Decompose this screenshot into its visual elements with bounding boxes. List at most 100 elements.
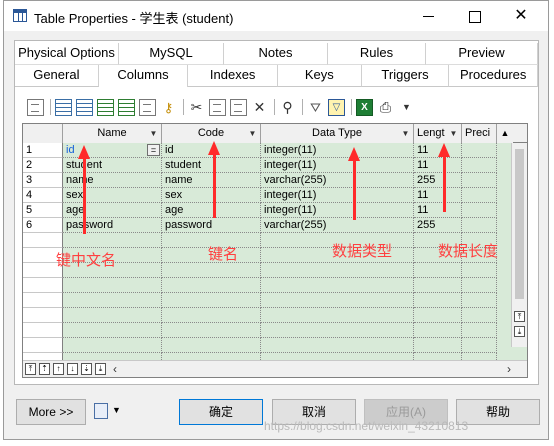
- cell-name[interactable]: password: [63, 218, 162, 233]
- find-icon[interactable]: ⚲: [279, 99, 296, 116]
- table-row[interactable]: 2studentstudentinteger(11)11: [23, 158, 527, 173]
- cell-length[interactable]: 255: [414, 173, 462, 188]
- cell-name[interactable]: sex: [63, 188, 162, 203]
- cell-code[interactable]: [162, 293, 261, 308]
- tab-preview[interactable]: Preview: [426, 43, 538, 65]
- paste-icon[interactable]: [230, 98, 247, 116]
- scroll-left-button[interactable]: ‹: [113, 362, 117, 376]
- properties-icon[interactable]: [27, 98, 44, 116]
- close-button[interactable]: ✕: [498, 1, 544, 31]
- cell-length[interactable]: [414, 263, 462, 278]
- more-button[interactable]: More >>: [16, 399, 86, 425]
- filter-active-icon[interactable]: ▽: [328, 98, 345, 116]
- chevron-down-icon[interactable]: ▼: [148, 128, 159, 139]
- row-number[interactable]: 3: [23, 173, 63, 188]
- cell-type[interactable]: [261, 323, 414, 338]
- copy-icon[interactable]: [209, 98, 226, 116]
- cell-precision[interactable]: [462, 293, 497, 308]
- cell-length[interactable]: [414, 308, 462, 323]
- cell-code[interactable]: age: [162, 203, 261, 218]
- table-row[interactable]: [23, 293, 527, 308]
- chevron-down-icon[interactable]: ▼: [448, 128, 459, 139]
- move-down-fast-button[interactable]: ⇣: [81, 363, 92, 375]
- move-bottom-button[interactable]: ⤓: [95, 363, 106, 375]
- scroll-up-button[interactable]: ▲: [497, 124, 513, 143]
- cell-precision[interactable]: [462, 278, 497, 293]
- row-number[interactable]: 4: [23, 188, 63, 203]
- cell-code[interactable]: [162, 308, 261, 323]
- cell-type[interactable]: integer(11): [261, 143, 414, 158]
- table-row[interactable]: [23, 338, 527, 353]
- cell-precision[interactable]: [462, 143, 497, 158]
- table-row[interactable]: [23, 323, 527, 338]
- add-column-icon[interactable]: [118, 98, 135, 116]
- cell-type[interactable]: integer(11): [261, 188, 414, 203]
- cell-code[interactable]: [162, 338, 261, 353]
- cell-name[interactable]: name: [63, 173, 162, 188]
- tab-columns[interactable]: Columns: [98, 65, 189, 87]
- delete-icon[interactable]: ✕: [251, 99, 268, 116]
- cell-name[interactable]: [63, 323, 162, 338]
- cell-length[interactable]: [414, 278, 462, 293]
- tab-mysql[interactable]: MySQL: [119, 43, 224, 65]
- cell-precision[interactable]: [462, 203, 497, 218]
- tab-keys[interactable]: Keys: [278, 65, 362, 87]
- cell-length[interactable]: 11: [414, 203, 462, 218]
- tab-rules[interactable]: Rules: [328, 43, 426, 65]
- help-button[interactable]: 帮助: [456, 399, 540, 425]
- cell-code[interactable]: [162, 323, 261, 338]
- page-icon[interactable]: [139, 98, 156, 116]
- tab-notes[interactable]: Notes: [224, 43, 328, 65]
- table-row[interactable]: 3 name name varchar(255) 255: [23, 173, 527, 188]
- header-name[interactable]: Name ▼: [63, 124, 162, 143]
- row-number[interactable]: 6: [23, 218, 63, 233]
- tab-procedures[interactable]: Procedures: [449, 65, 539, 87]
- row-number[interactable]: [23, 323, 63, 338]
- cell-type[interactable]: integer(11): [261, 158, 414, 173]
- insert-row-icon[interactable]: [55, 98, 72, 116]
- maximize-button[interactable]: [452, 1, 498, 31]
- row-number[interactable]: [23, 338, 63, 353]
- edit-cell-button[interactable]: =: [147, 144, 160, 156]
- table-row[interactable]: 4 sex sex integer(11) 11: [23, 188, 527, 203]
- row-number[interactable]: 2: [23, 158, 63, 173]
- cell-name[interactable]: [63, 233, 162, 248]
- add-row-icon[interactable]: [76, 98, 93, 116]
- cell-type[interactable]: [261, 338, 414, 353]
- row-number[interactable]: [23, 308, 63, 323]
- cell-name[interactable]: [63, 338, 162, 353]
- row-number[interactable]: 1: [23, 143, 63, 158]
- header-length[interactable]: Lengt ▼: [414, 124, 462, 143]
- filter-icon[interactable]: ⛛: [307, 99, 324, 116]
- cell-type[interactable]: [261, 263, 414, 278]
- cell-precision[interactable]: [462, 173, 497, 188]
- tab-general[interactable]: General: [15, 65, 99, 87]
- cell-precision[interactable]: [462, 338, 497, 353]
- cell-type[interactable]: integer(11): [261, 203, 414, 218]
- table-row[interactable]: 1 id id integer(11) 11 =: [23, 143, 527, 158]
- print-icon[interactable]: ⎙: [377, 99, 394, 116]
- cut-icon[interactable]: ✂: [188, 99, 205, 116]
- row-number[interactable]: [23, 233, 63, 248]
- cell-type[interactable]: [261, 278, 414, 293]
- cell-name[interactable]: [63, 293, 162, 308]
- cell-code[interactable]: name: [162, 173, 261, 188]
- table-row[interactable]: 6 password password varchar(255) 255: [23, 218, 527, 233]
- cell-type[interactable]: varchar(255): [261, 173, 414, 188]
- cell-name[interactable]: student: [63, 158, 162, 173]
- tab-triggers[interactable]: Triggers: [361, 65, 450, 87]
- cell-name[interactable]: [63, 308, 162, 323]
- chevron-down-icon[interactable]: ▼: [398, 99, 415, 116]
- cell-precision[interactable]: [462, 323, 497, 338]
- scrollbar-thumb[interactable]: [515, 149, 524, 299]
- move-top-button[interactable]: ⤒: [25, 363, 36, 375]
- cell-precision[interactable]: [462, 263, 497, 278]
- cell-code[interactable]: [162, 278, 261, 293]
- excel-icon[interactable]: X: [356, 98, 373, 116]
- move-up-fast-button[interactable]: ⇡: [39, 363, 50, 375]
- cell-length[interactable]: [414, 338, 462, 353]
- cell-precision[interactable]: [462, 158, 497, 173]
- scroll-bottom-button[interactable]: ⤓: [514, 326, 525, 337]
- cell-length[interactable]: 255: [414, 218, 462, 233]
- row-number[interactable]: 5: [23, 203, 63, 218]
